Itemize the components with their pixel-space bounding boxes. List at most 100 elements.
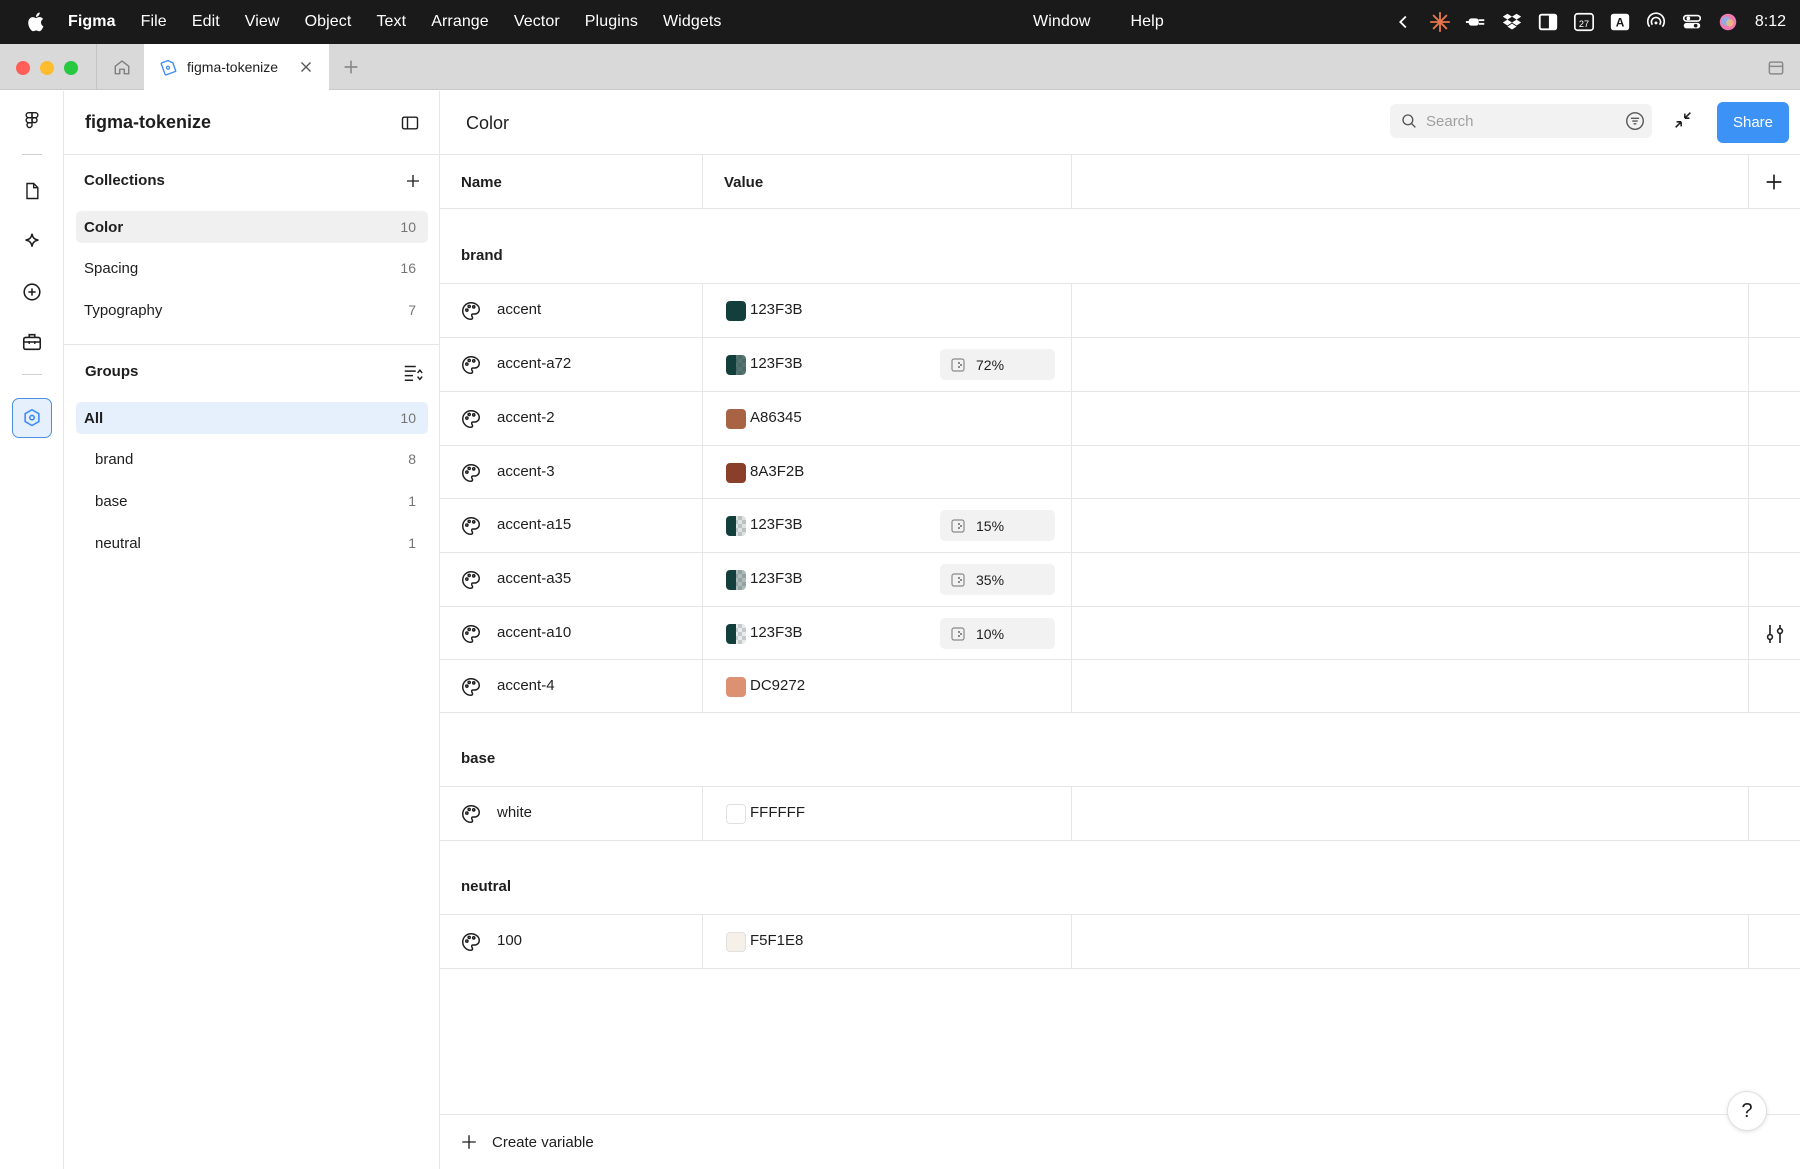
variable-row[interactable]: accent 123F3B bbox=[440, 284, 1800, 337]
filter-icon[interactable] bbox=[1624, 110, 1646, 132]
color-swatch[interactable] bbox=[726, 516, 746, 536]
color-hex-value[interactable]: 123F3B bbox=[750, 624, 803, 641]
add-button[interactable] bbox=[12, 272, 52, 312]
color-swatch[interactable] bbox=[726, 804, 746, 824]
variable-row[interactable]: accent-a72 123F3B 72% bbox=[440, 338, 1800, 391]
column-header-value[interactable]: Value bbox=[724, 155, 763, 209]
color-swatch[interactable] bbox=[726, 570, 746, 590]
menu-vector[interactable]: Vector bbox=[514, 13, 560, 31]
group-count: 1 bbox=[408, 535, 416, 551]
menubar-clock[interactable]: 8:12 bbox=[1755, 13, 1786, 31]
sunburst-icon[interactable] bbox=[1429, 11, 1451, 33]
variable-name: accent-a72 bbox=[497, 355, 572, 372]
menu-object[interactable]: Object bbox=[305, 13, 352, 31]
add-collection-button[interactable] bbox=[401, 169, 425, 193]
color-swatch[interactable] bbox=[726, 355, 746, 375]
column-header-name[interactable]: Name bbox=[461, 155, 502, 209]
variable-row[interactable]: accent-a35 123F3B 35% bbox=[440, 553, 1800, 606]
opacity-field[interactable]: 10% bbox=[940, 618, 1055, 649]
siri-icon[interactable] bbox=[1717, 11, 1739, 33]
new-tab-plus-icon[interactable] bbox=[340, 56, 362, 78]
airdrop-icon[interactable] bbox=[1645, 11, 1667, 33]
color-swatch[interactable] bbox=[726, 624, 746, 644]
plug-icon[interactable] bbox=[1465, 11, 1487, 33]
group-item-base[interactable]: base 1 bbox=[76, 485, 428, 517]
edit-variable-sliders-icon[interactable] bbox=[1763, 622, 1787, 646]
menu-file[interactable]: File bbox=[141, 13, 167, 31]
variable-name: accent-a10 bbox=[497, 624, 572, 641]
menu-help[interactable]: Help bbox=[1131, 13, 1164, 31]
variable-row[interactable]: accent-a15 123F3B 15% bbox=[440, 499, 1800, 552]
search-input[interactable] bbox=[1426, 112, 1616, 130]
window-zoom-button[interactable] bbox=[64, 61, 78, 75]
menu-view[interactable]: View bbox=[245, 13, 280, 31]
color-palette-icon bbox=[462, 571, 480, 589]
control-center-icon[interactable] bbox=[1681, 11, 1703, 33]
create-variable-button[interactable]: Create variable bbox=[440, 1114, 1800, 1169]
color-hex-value[interactable]: 123F3B bbox=[750, 570, 803, 587]
menu-widgets[interactable]: Widgets bbox=[663, 13, 722, 31]
close-tab-icon[interactable] bbox=[297, 58, 315, 76]
search-box[interactable] bbox=[1390, 104, 1652, 138]
color-hex-value[interactable]: FFFFFF bbox=[750, 804, 805, 821]
opacity-field[interactable]: 72% bbox=[940, 349, 1055, 380]
calendar-icon[interactable]: 27 bbox=[1573, 11, 1595, 33]
keyboard-input-icon[interactable]: A bbox=[1609, 11, 1631, 33]
color-hex-value[interactable]: 8A3F2B bbox=[750, 463, 804, 480]
variable-row[interactable]: accent-a10 123F3B 10% bbox=[440, 607, 1800, 660]
menu-edit[interactable]: Edit bbox=[192, 13, 220, 31]
color-swatch[interactable] bbox=[726, 301, 746, 321]
figma-menu-button[interactable] bbox=[12, 101, 52, 141]
sidebar-divider bbox=[64, 344, 440, 345]
file-tab[interactable]: figma-tokenize bbox=[144, 44, 329, 90]
variable-row[interactable]: accent-4 DC9272 bbox=[440, 660, 1800, 713]
sidebar-toggle-icon[interactable] bbox=[400, 113, 420, 133]
opacity-field[interactable]: 35% bbox=[940, 564, 1055, 595]
dropbox-icon[interactable] bbox=[1501, 11, 1523, 33]
menu-app-name[interactable]: Figma bbox=[68, 13, 116, 31]
color-swatch[interactable] bbox=[726, 677, 746, 697]
color-hex-value[interactable]: 123F3B bbox=[750, 516, 803, 533]
color-hex-value[interactable]: A86345 bbox=[750, 409, 802, 426]
window-close-button[interactable] bbox=[16, 61, 30, 75]
color-hex-value[interactable]: F5F1E8 bbox=[750, 932, 803, 949]
menu-text[interactable]: Text bbox=[376, 13, 406, 31]
group-item-brand[interactable]: brand 8 bbox=[76, 443, 428, 475]
help-button[interactable]: ? bbox=[1727, 1091, 1767, 1131]
variable-row[interactable]: accent-2 A86345 bbox=[440, 392, 1800, 445]
group-item-all[interactable]: All 10 bbox=[76, 402, 428, 434]
sidebar-layout-icon[interactable] bbox=[1537, 11, 1559, 33]
menu-plugins[interactable]: Plugins bbox=[585, 13, 638, 31]
group-item-neutral[interactable]: neutral 1 bbox=[76, 527, 428, 559]
home-tab-button[interactable] bbox=[100, 44, 144, 90]
opacity-field[interactable]: 15% bbox=[940, 510, 1055, 541]
plugin-active-button[interactable] bbox=[12, 398, 52, 438]
tab-overview-icon[interactable] bbox=[1766, 58, 1786, 78]
color-hex-value[interactable]: DC9272 bbox=[750, 677, 805, 694]
menu-window[interactable]: Window bbox=[1033, 13, 1091, 31]
variable-row[interactable]: white FFFFFF bbox=[440, 787, 1800, 840]
menu-arrange[interactable]: Arrange bbox=[431, 13, 489, 31]
group-count: 10 bbox=[400, 410, 416, 426]
color-swatch[interactable] bbox=[726, 463, 746, 483]
apple-logo-icon[interactable] bbox=[26, 11, 48, 33]
add-mode-plus-icon[interactable] bbox=[1763, 171, 1785, 193]
window-minimize-button[interactable] bbox=[40, 61, 54, 75]
color-hex-value[interactable]: 123F3B bbox=[750, 355, 803, 372]
share-button[interactable]: Share bbox=[1717, 102, 1789, 143]
collection-item-typography[interactable]: Typography 7 bbox=[76, 294, 428, 326]
color-swatch[interactable] bbox=[726, 409, 746, 429]
variable-row[interactable]: 100 F5F1E8 bbox=[440, 915, 1800, 968]
variable-row[interactable]: accent-3 8A3F2B bbox=[440, 446, 1800, 499]
collapse-icon[interactable] bbox=[1672, 109, 1694, 131]
pages-button[interactable] bbox=[12, 171, 52, 211]
collection-item-color[interactable]: Color 10 bbox=[76, 211, 428, 243]
color-hex-value[interactable]: 123F3B bbox=[750, 301, 803, 318]
toolbox-button[interactable] bbox=[12, 322, 52, 362]
assets-button[interactable] bbox=[12, 222, 52, 262]
chevron-left-icon[interactable] bbox=[1393, 11, 1415, 33]
collection-item-spacing[interactable]: Spacing 16 bbox=[76, 252, 428, 284]
groups-heading: Groups bbox=[85, 363, 139, 380]
group-sort-button[interactable] bbox=[401, 360, 425, 384]
color-swatch[interactable] bbox=[726, 932, 746, 952]
